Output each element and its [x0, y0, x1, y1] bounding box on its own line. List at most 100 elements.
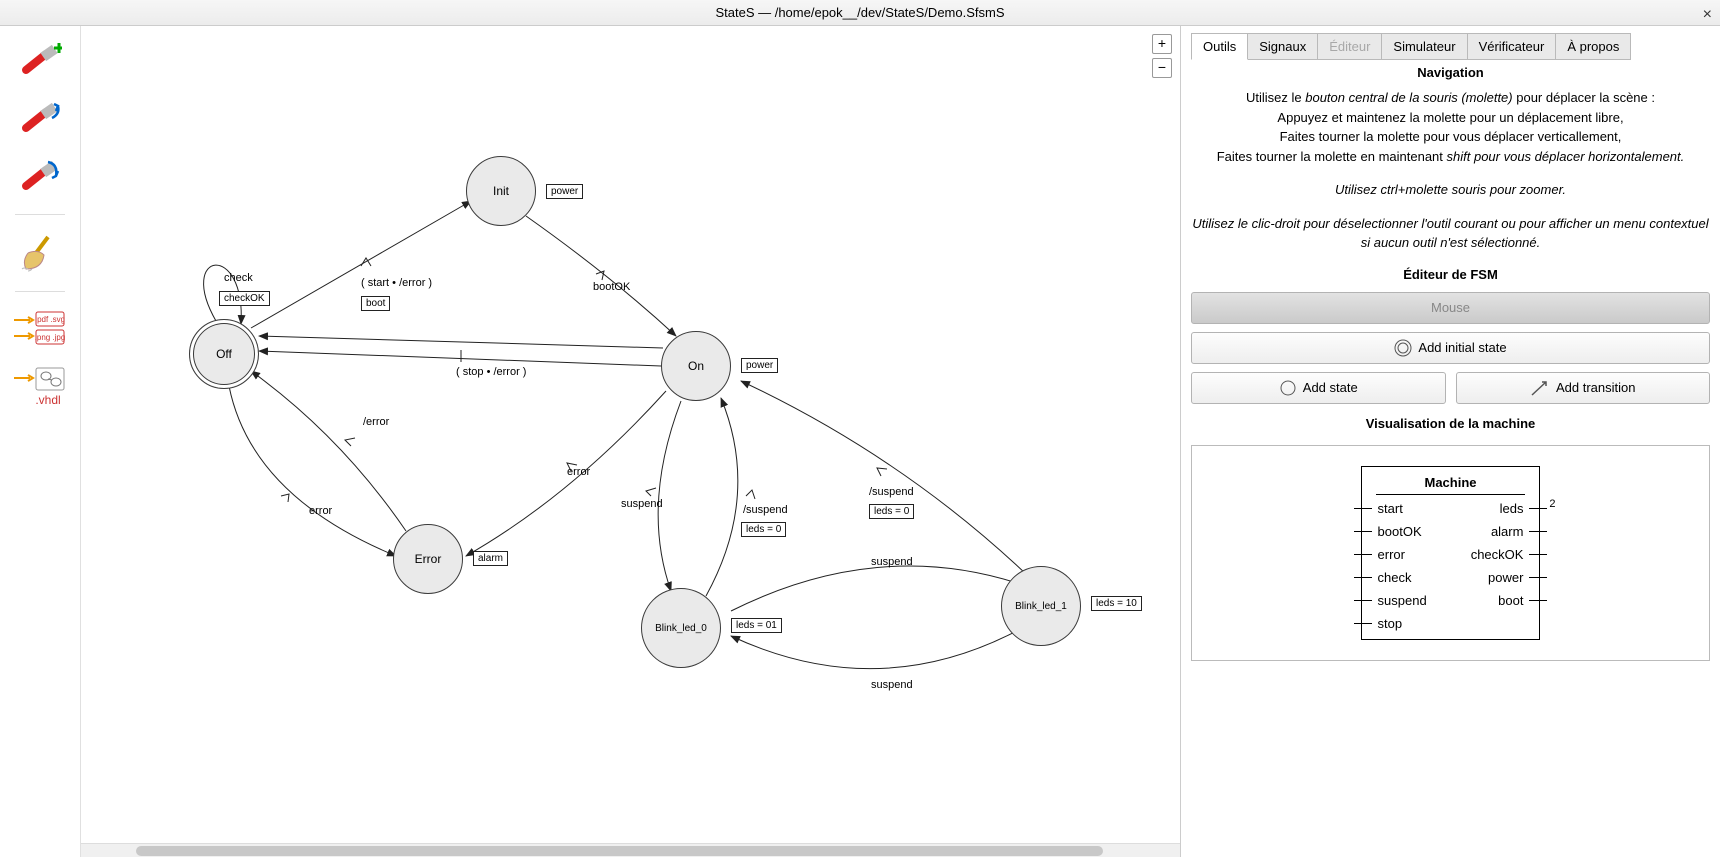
svg-text:.vhdl: .vhdl [35, 393, 60, 407]
port-in: error [1376, 547, 1429, 562]
bus-width: 2 [1549, 498, 1555, 510]
port-out: power [1469, 570, 1526, 585]
tab-apropos[interactable]: À propos [1556, 33, 1631, 60]
usb-arrow-up-icon [18, 100, 62, 136]
tool-add-transition-button[interactable]: Add transition [1456, 372, 1711, 404]
button-label: Mouse [1431, 300, 1470, 315]
machine-box: Machine start bootOK error check suspend… [1361, 466, 1541, 640]
state-output-init: power [546, 184, 583, 199]
scrollbar-thumb[interactable] [136, 846, 1103, 856]
port-in: check [1376, 570, 1429, 585]
edge-cond: error [567, 466, 590, 478]
zoom-out-button[interactable]: − [1152, 58, 1172, 78]
nav-heading: Navigation [1191, 65, 1710, 80]
port-out: leds2 [1469, 501, 1526, 516]
edge-cond: suspend [621, 498, 663, 510]
tab-bar: Outils Signaux Éditeur Simulateur Vérifi… [1191, 32, 1710, 59]
port-out: boot [1469, 593, 1526, 608]
new-machine-button[interactable] [10, 36, 70, 84]
state-output-error: alarm [473, 551, 508, 566]
tool-add-initial-state-button[interactable]: Add initial state [1191, 332, 1710, 364]
left-toolbar: .pdf .svg .png .jpg .vhdl [0, 26, 81, 857]
tab-editeur: Éditeur [1318, 33, 1382, 60]
window-title: StateS — /home/epok__/dev/StateS/Demo.Sf… [715, 5, 1004, 20]
edge-act: checkOK [219, 291, 270, 306]
nav-help-text: Utilisez le bouton central de la souris … [1191, 88, 1710, 166]
window-titlebar: StateS — /home/epok__/dev/StateS/Demo.Sf… [0, 0, 1720, 26]
edge-cond: ( start • /error ) [361, 277, 432, 289]
svg-text:.png .jpg: .png .jpg [35, 333, 66, 342]
nav-help-rclick: Utilisez le clic-droit pour déselectionn… [1191, 214, 1710, 253]
edge-act: leds = 0 [869, 504, 914, 519]
edge-cond: error [309, 505, 332, 517]
toolbar-separator [15, 214, 65, 215]
state-label: Blink_led_0 [655, 623, 707, 634]
state-output-bl1: leds = 10 [1091, 596, 1142, 611]
port-out: checkOK [1469, 547, 1526, 562]
port-out: alarm [1469, 524, 1526, 539]
port-in: bootOK [1376, 524, 1429, 539]
edge-cond: /error [363, 416, 389, 428]
edge-cond: bootOK [593, 281, 630, 293]
right-panel: Outils Signaux Éditeur Simulateur Vérifi… [1180, 26, 1720, 857]
edge-cond: /suspend [743, 504, 788, 516]
state-label: On [688, 359, 704, 373]
state-label: Init [493, 184, 509, 198]
machine-visualisation: Machine start bootOK error check suspend… [1191, 445, 1710, 661]
zoom-in-button[interactable]: + [1152, 34, 1172, 54]
state-label: Off [216, 347, 232, 361]
edge-act: leds = 0 [741, 522, 786, 537]
edge-cond: ( stop • /error ) [456, 366, 526, 378]
tab-simulateur[interactable]: Simulateur [1382, 33, 1467, 60]
edge-cond: /suspend [869, 486, 914, 498]
button-label: Add initial state [1418, 340, 1506, 355]
state-label: Error [415, 552, 442, 566]
state-on[interactable]: On [661, 331, 731, 401]
state-off[interactable]: Off [189, 319, 259, 389]
tab-outils[interactable]: Outils [1191, 33, 1248, 60]
close-icon[interactable]: × [1703, 2, 1712, 28]
state-icon [1279, 379, 1297, 397]
export-vhdl-icon: .vhdl [12, 366, 68, 410]
state-label: Blink_led_1 [1015, 601, 1067, 612]
toolbar-separator [15, 291, 65, 292]
tab-verificateur[interactable]: Vérificateur [1468, 33, 1557, 60]
tool-mouse-button[interactable]: Mouse [1191, 292, 1710, 324]
port-in: suspend [1376, 593, 1429, 608]
horizontal-scrollbar[interactable] [81, 843, 1180, 857]
export-image-button[interactable]: .pdf .svg .png .jpg [10, 306, 70, 354]
tab-signaux[interactable]: Signaux [1248, 33, 1318, 60]
state-blink1[interactable]: Blink_led_1 [1001, 566, 1081, 646]
state-blink0[interactable]: Blink_led_0 [641, 588, 721, 668]
state-init[interactable]: Init [466, 156, 536, 226]
open-machine-button[interactable] [10, 94, 70, 142]
editor-heading: Éditeur de FSM [1191, 267, 1710, 282]
tool-add-state-button[interactable]: Add state [1191, 372, 1446, 404]
edge-cond: suspend [871, 556, 913, 568]
export-vhdl-button[interactable]: .vhdl [10, 364, 70, 412]
machine-title: Machine [1376, 475, 1526, 495]
port-in: start [1376, 501, 1429, 516]
transition-icon [1530, 379, 1550, 397]
button-label: Add transition [1556, 380, 1636, 395]
vis-heading: Visualisation de la machine [1191, 416, 1710, 431]
save-machine-button[interactable] [10, 152, 70, 200]
edge-cond: check [224, 272, 253, 284]
edge-cond: suspend [871, 679, 913, 691]
usb-arrow-down-icon [18, 158, 62, 194]
button-label: Add state [1303, 380, 1358, 395]
state-output-bl0: leds = 01 [731, 618, 782, 633]
edge-act: boot [361, 296, 390, 311]
output-ports: leds2 alarm checkOK power boot [1469, 501, 1526, 631]
state-output-on: power [741, 358, 778, 373]
usb-plus-icon [18, 42, 62, 78]
nav-help-zoom: Utilisez ctrl+molette souris pour zoomer… [1191, 180, 1710, 200]
transition-edges [81, 26, 1180, 857]
clear-button[interactable] [10, 229, 70, 277]
fsm-canvas[interactable]: + − [81, 26, 1180, 857]
port-in: stop [1376, 616, 1429, 631]
input-ports: start bootOK error check suspend stop [1376, 501, 1429, 631]
state-error[interactable]: Error [393, 524, 463, 594]
initial-state-icon [1394, 339, 1412, 357]
export-image-icon: .pdf .svg .png .jpg [12, 310, 68, 350]
